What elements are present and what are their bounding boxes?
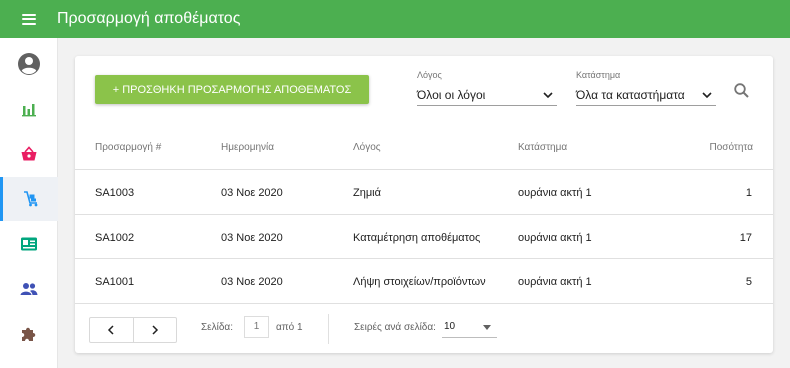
column-header-reason[interactable]: Λόγος [353, 142, 381, 153]
store-filter-label: Κατάστημα [576, 70, 621, 80]
sidebar-item-inventory[interactable] [0, 177, 58, 221]
sidebar-item-apps[interactable] [0, 312, 58, 356]
adjustment-store: ουράνια ακτή 1 [518, 187, 592, 199]
search-icon [734, 83, 749, 98]
search-button[interactable] [731, 80, 753, 102]
pagination-bar: Σελίδα: 1 από 1 Σειρές ανά σελίδα: 10 [75, 303, 773, 353]
top-bar: Προσαρμογή αποθέματος [0, 0, 790, 38]
adjustment-reason: Ζημιά [353, 187, 381, 199]
sidebar-item-reports[interactable] [0, 87, 58, 131]
column-header-quantity[interactable]: Ποσότητα [710, 142, 753, 153]
sidebar [0, 38, 58, 368]
rows-per-page-value: 10 [444, 321, 456, 332]
chevron-right-icon [152, 325, 158, 335]
sidebar-item-sales[interactable] [0, 132, 58, 176]
adjustment-number: SA1002 [95, 232, 135, 244]
column-header-store[interactable]: Κατάστημα [518, 142, 567, 153]
adjustment-store: ουράνια ακτή 1 [518, 232, 592, 244]
table-row[interactable]: SA1003 03 Νοε 2020 Ζημιά ουράνια ακτή 1 … [75, 169, 773, 214]
chevron-down-icon [543, 92, 553, 99]
page-title: Προσαρμογή αποθέματος [57, 10, 241, 27]
store-filter[interactable]: Κατάστημα Όλα τα καταστήματα [576, 70, 716, 106]
page-total: από 1 [276, 322, 303, 333]
account-circle-icon [18, 53, 40, 75]
reason-filter[interactable]: Λόγος Όλοι οι λόγοι [417, 70, 557, 106]
next-page-button[interactable] [132, 318, 177, 342]
menu-icon[interactable] [22, 13, 36, 25]
adjustment-quantity: 1 [745, 187, 752, 199]
page-navigator [89, 317, 177, 343]
page-label: Σελίδα: [201, 322, 233, 333]
divider [328, 314, 329, 344]
sidebar-item-employees[interactable] [0, 267, 58, 311]
adjustment-number: SA1001 [95, 276, 135, 288]
adjustment-reason: Λήψη στοιχείων/προϊόντων [353, 276, 486, 288]
inventory-cart-icon [23, 191, 37, 207]
column-header-adjustment[interactable]: Προσαρμογή # [95, 142, 161, 153]
id-card-icon [21, 237, 37, 251]
reason-filter-label: Λόγος [417, 70, 442, 80]
reason-filter-value: Όλοι οι λόγοι [417, 88, 486, 102]
table-row[interactable]: SA1002 03 Νοε 2020 Καταμέτρηση αποθέματο… [75, 214, 773, 259]
adjustment-date: 03 Νοε 2020 [221, 187, 283, 199]
table-row[interactable]: SA1001 03 Νοε 2020 Λήψη στοιχείων/προϊόν… [75, 258, 773, 303]
chevron-down-icon [702, 92, 712, 99]
adjustment-quantity: 17 [739, 232, 752, 244]
adjustment-number: SA1003 [95, 187, 135, 199]
puzzle-icon [22, 327, 36, 341]
basket-icon [21, 146, 37, 161]
page-number-input[interactable]: 1 [244, 316, 269, 338]
store-filter-value: Όλα τα καταστήματα [576, 88, 685, 102]
adjustment-quantity: 5 [745, 276, 752, 288]
rows-per-page-select[interactable]: 10 [442, 316, 497, 338]
adjustment-date: 03 Νοε 2020 [221, 276, 283, 288]
caret-down-icon [483, 325, 491, 330]
people-icon [20, 283, 38, 295]
bar-chart-icon [22, 104, 36, 117]
adjustment-reason: Καταμέτρηση αποθέματος [353, 232, 481, 244]
chevron-left-icon [108, 325, 114, 335]
column-header-date[interactable]: Ημερομηνία [221, 142, 274, 153]
sidebar-item-customers[interactable] [0, 222, 58, 266]
add-stock-adjustment-button[interactable]: + ΠΡΟΣΘΗΚΗ ΠΡΟΣΑΡΜΟΓΗΣ ΑΠΟΘΕΜΑΤΟΣ [95, 75, 369, 104]
sidebar-item-account[interactable] [0, 42, 58, 86]
adjustment-store: ουράνια ακτή 1 [518, 276, 592, 288]
rows-per-page-label: Σειρές ανά σελίδα: [354, 322, 436, 333]
adjustment-date: 03 Νοε 2020 [221, 232, 283, 244]
stock-adjustments-card: + ΠΡΟΣΘΗΚΗ ΠΡΟΣΑΡΜΟΓΗΣ ΑΠΟΘΕΜΑΤΟΣ Λόγος … [75, 56, 773, 353]
previous-page-button[interactable] [90, 318, 133, 342]
